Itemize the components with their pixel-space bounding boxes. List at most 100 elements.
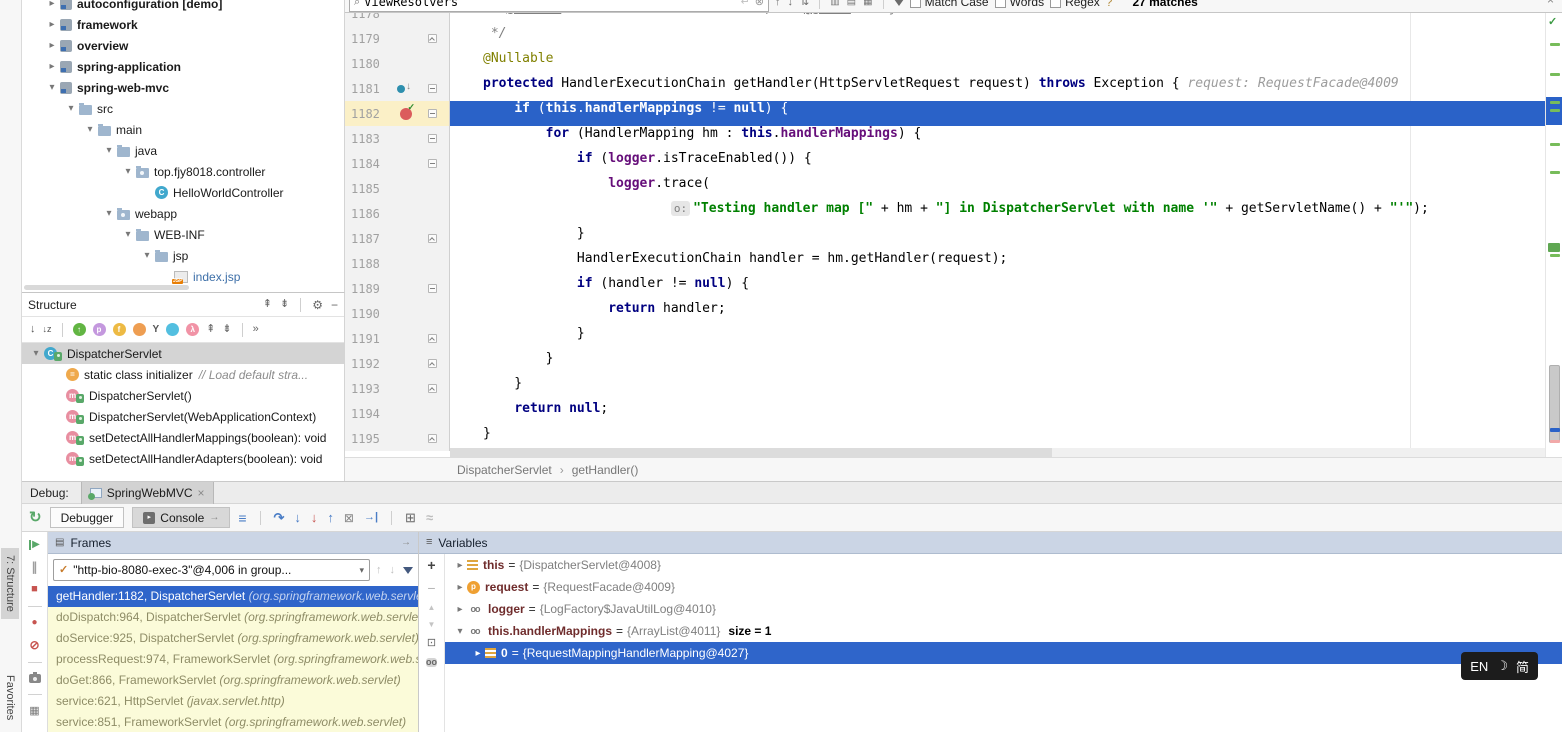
structure-item[interactable]: setDetectAllHandlerMappings(boolean): vo… xyxy=(22,427,344,448)
regex-checkbox[interactable] xyxy=(1050,0,1061,8)
search-field[interactable]: ⌕ ↵⊗ xyxy=(349,0,769,12)
code-text[interactable]: @Nullable xyxy=(450,51,1545,76)
code-text[interactable]: logger.trace( xyxy=(450,176,1545,201)
tree-chevron-icon[interactable]: ▾ xyxy=(101,145,117,156)
resume-icon[interactable]: ▶ xyxy=(29,540,40,550)
project-tree-item[interactable]: ▾main xyxy=(22,119,344,140)
words-option[interactable]: Words xyxy=(995,0,1044,9)
show-anonymous-icon[interactable] xyxy=(166,323,179,336)
thread-combo[interactable]: ✓ "http-bio-8080-exec-3"@4,006 in group.… xyxy=(53,559,370,581)
tree-chevron-icon[interactable]: ▾ xyxy=(120,166,136,177)
line-number[interactable]: 1189 xyxy=(345,282,391,296)
tab-debugger[interactable]: Debugger xyxy=(50,507,125,528)
close-find-icon[interactable]: × xyxy=(1547,0,1554,7)
code-line[interactable]: 1180 @Nullable xyxy=(345,51,1545,76)
show-lambdas-icon[interactable]: λ xyxy=(186,323,199,336)
more-icon[interactable]: » xyxy=(253,324,259,335)
stripe-mark[interactable] xyxy=(1550,440,1560,443)
step-into-icon[interactable]: ↓ xyxy=(294,511,301,524)
code-text[interactable]: protected HandlerExecutionChain getHandl… xyxy=(450,76,1545,101)
code-text[interactable]: o:"Testing handler map [" + hm + "] in D… xyxy=(450,201,1545,226)
code-text[interactable]: if (this.handlerMappings != null) { xyxy=(450,101,1545,126)
override-indicator-icon[interactable] xyxy=(397,85,405,93)
collapse-all-icon[interactable]: ⇟ xyxy=(222,324,231,335)
stack-frame-row[interactable]: service:621, HttpServlet (javax.servlet.… xyxy=(48,691,418,712)
thread-dump-icon[interactable] xyxy=(29,674,41,683)
tree-chevron-icon[interactable]: ▸ xyxy=(44,40,60,51)
project-tree-item[interactable]: HelloWorldController xyxy=(22,182,344,203)
show-fields-icon[interactable]: f xyxy=(113,323,126,336)
line-number[interactable]: 1187 xyxy=(345,232,391,246)
frames-pin-icon[interactable]: → xyxy=(401,537,411,548)
stack-frame-row[interactable]: getHandler:1182, DispatcherServlet (org.… xyxy=(48,586,418,607)
toolwindow-button-favorites[interactable]: Favorites xyxy=(1,668,19,727)
line-number[interactable]: 1191 xyxy=(345,332,391,346)
filter-frames-icon[interactable] xyxy=(403,567,413,574)
fold-marker-icon[interactable] xyxy=(428,284,437,293)
stop-icon[interactable]: ■ xyxy=(31,584,38,595)
sort-by-visibility-icon[interactable]: ↓ xyxy=(30,324,36,335)
tab-console[interactable]: Console → xyxy=(132,507,230,528)
next-frame-icon[interactable]: ↓ xyxy=(390,565,396,576)
tree-chevron-icon[interactable]: ▸ xyxy=(453,604,467,615)
line-number[interactable]: 1180 xyxy=(345,57,391,71)
clear-icon[interactable]: ⊗ xyxy=(755,0,764,8)
collapse-all-icon[interactable]: ⇟ xyxy=(280,299,289,310)
fold-slot[interactable] xyxy=(421,384,443,393)
variable-row[interactable]: ▸logger={LogFactory$JavaUtilLog@4010} xyxy=(445,598,1562,620)
step-over-icon[interactable]: ↷ xyxy=(274,511,285,524)
code-text[interactable]: for (HandlerMapping hm : this.handlerMap… xyxy=(450,126,1545,151)
code-text[interactable]: if (logger.isTraceEnabled()) { xyxy=(450,151,1545,176)
fold-slot[interactable] xyxy=(421,359,443,368)
move-watch-up-icon[interactable]: ▲ xyxy=(428,604,436,612)
fold-slot[interactable] xyxy=(421,284,443,293)
fold-marker-icon[interactable] xyxy=(428,134,437,143)
regex-help-icon[interactable]: ? xyxy=(1106,0,1113,9)
add-watch-icon[interactable]: + xyxy=(427,558,435,572)
project-tree-item[interactable]: ▾src xyxy=(22,98,344,119)
structure-item[interactable]: setDetectAllHandlerAdapters(boolean): vo… xyxy=(22,448,344,469)
tree-chevron-icon[interactable]: ▾ xyxy=(28,348,44,359)
in-literals-icon[interactable]: ▤ xyxy=(847,0,856,7)
run-to-cursor-icon[interactable]: →| xyxy=(364,512,378,523)
breadcrumb-method[interactable]: getHandler() xyxy=(572,463,639,477)
line-number[interactable]: 1184 xyxy=(345,157,391,171)
code-line[interactable]: 1188 HandlerExecutionChain handler = hm.… xyxy=(345,251,1545,276)
step-out-icon[interactable]: ↑ xyxy=(327,511,334,524)
mute-breakpoints-icon[interactable]: ⊘ xyxy=(29,639,39,651)
next-match-icon[interactable]: ↓ xyxy=(788,0,794,8)
fold-marker-icon[interactable] xyxy=(428,34,437,43)
stripe-mark[interactable] xyxy=(1550,43,1560,46)
sort-alphabetically-icon[interactable]: ↓z xyxy=(43,325,52,334)
code-line[interactable]: 1178 * @return the HandlerExecutionChain… xyxy=(345,13,1545,26)
variable-row[interactable]: ▾this.handlerMappings={ArrayList@4011}si… xyxy=(445,620,1562,642)
fold-slot[interactable] xyxy=(421,159,443,168)
tree-chevron-icon[interactable]: ▸ xyxy=(44,61,60,72)
tree-chevron-icon[interactable]: ▸ xyxy=(44,19,60,30)
line-number[interactable]: 1179 xyxy=(345,32,391,46)
find-selection-icon[interactable]: ⇅ xyxy=(800,0,809,8)
trace-streams-icon[interactable]: ≈ xyxy=(426,511,433,524)
code-editor[interactable]: 1178 * @return the HandlerExecutionChain… xyxy=(345,13,1545,457)
breakpoint-slot[interactable] xyxy=(391,108,421,120)
enter-icon[interactable]: ↵ xyxy=(741,0,750,8)
fold-slot[interactable] xyxy=(421,84,443,93)
menu-icon[interactable]: ≡ xyxy=(238,511,246,525)
code-line[interactable]: 1189 if (handler != null) { xyxy=(345,276,1545,301)
prev-match-icon[interactable]: ↑ xyxy=(775,0,781,8)
force-step-into-icon[interactable]: ↓ xyxy=(311,511,318,524)
fold-marker-icon[interactable] xyxy=(428,109,437,118)
code-text[interactable]: HandlerExecutionChain handler = hm.getHa… xyxy=(450,251,1545,276)
hide-icon[interactable]: − xyxy=(331,299,338,311)
fold-slot[interactable] xyxy=(421,434,443,443)
show-inherited-icon[interactable]: ↑ xyxy=(73,323,86,336)
project-tree-item[interactable]: ▾webapp xyxy=(22,203,344,224)
variable-row[interactable]: ▸this={DispatcherServlet@4008} xyxy=(445,554,1562,576)
structure-item[interactable]: static class initializer// Load default … xyxy=(22,364,344,385)
drop-frame-icon[interactable]: ⊠ xyxy=(344,512,354,524)
line-number[interactable]: 1181 xyxy=(345,82,391,96)
project-tree-item[interactable]: ▾java xyxy=(22,140,344,161)
project-tree-item[interactable]: ▾spring-web-mvc xyxy=(22,77,344,98)
line-number[interactable]: 1193 xyxy=(345,382,391,396)
line-number[interactable]: 1182 xyxy=(345,107,391,121)
